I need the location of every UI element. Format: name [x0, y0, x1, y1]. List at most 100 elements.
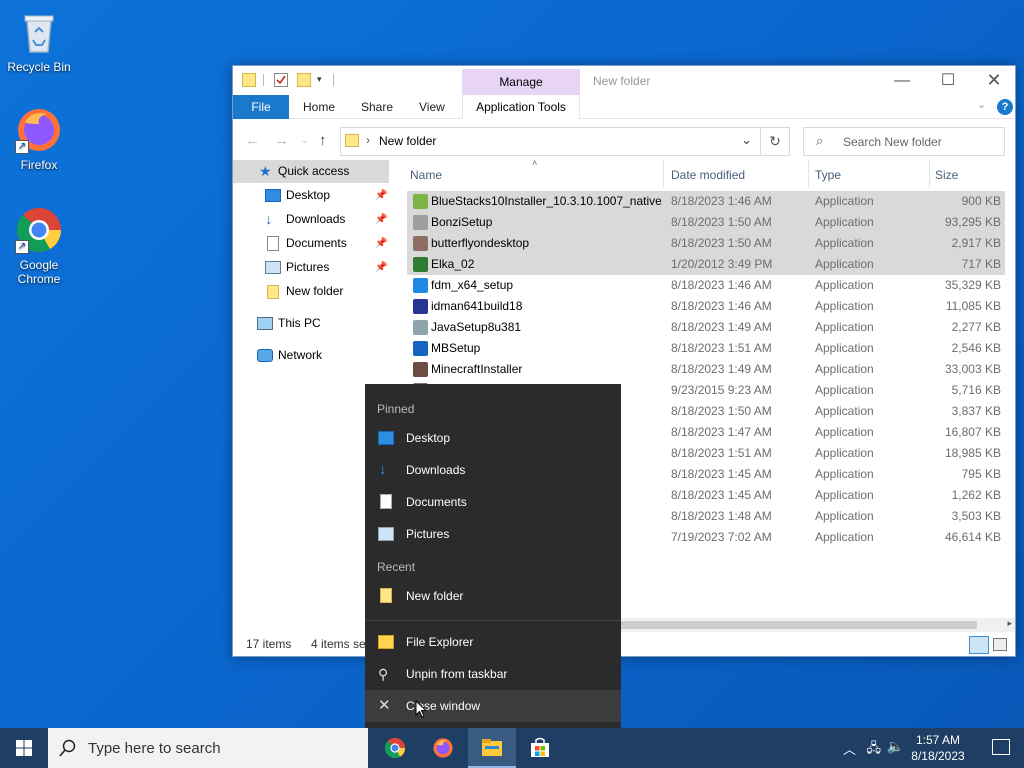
file-date-modified: 8/18/2023 1:50 AM	[671, 236, 772, 250]
application-icon	[413, 215, 428, 230]
title-bar: ▾ Manage New folder — ☐ ✕	[233, 66, 1015, 95]
chrome-shortcut[interactable]: ↗ Google Chrome	[1, 206, 77, 286]
nav-documents[interactable]: Documents 📌	[233, 232, 389, 255]
desktop-icon	[378, 431, 394, 445]
firefox-icon: ↗	[15, 106, 63, 154]
jump-list-documents[interactable]: Documents	[365, 486, 621, 518]
properties-icon[interactable]	[274, 73, 288, 87]
tab-file[interactable]: File	[233, 95, 289, 119]
firefox-shortcut[interactable]: ↗ Firefox	[1, 106, 77, 172]
address-bar[interactable]: › New folder ⌄	[340, 127, 761, 156]
nav-pictures[interactable]: Pictures 📌	[233, 256, 389, 279]
maximize-button[interactable]: ☐	[925, 66, 971, 95]
application-icon	[413, 299, 428, 314]
nav-this-pc[interactable]: This PC	[233, 312, 389, 335]
nav-new-folder[interactable]: New folder	[233, 280, 389, 303]
folder-icon	[242, 73, 256, 87]
table-row[interactable]: fdm_x64_setup 8/18/2023 1:46 AM Applicatio…	[407, 275, 1005, 296]
scrollbar-thumb[interactable]	[621, 621, 977, 629]
taskbar-firefox[interactable]	[419, 728, 467, 768]
file-date-modified: 8/18/2023 1:51 AM	[671, 446, 772, 460]
table-row[interactable]: BonziSetup 8/18/2023 1:50 AM Application 93…	[407, 212, 1005, 233]
application-icon	[413, 278, 428, 293]
jump-list-new-folder[interactable]: New folder	[365, 580, 621, 612]
table-row[interactable]: BlueStacks10Installer_10.3.10.1007_nativ…	[407, 191, 1005, 212]
jump-list-file-explorer[interactable]: File Explorer	[365, 626, 621, 658]
desktop: Recycle Bin ↗ Firefox ↗ Google Chrome ▾ …	[0, 0, 1024, 728]
tab-view[interactable]: View	[419, 95, 445, 119]
jump-list-close-window[interactable]: ✕ Close window	[365, 690, 621, 722]
up-arrow-icon[interactable]: ↑	[319, 132, 327, 149]
pictures-icon	[265, 261, 281, 274]
jump-list-pictures[interactable]: Pictures	[365, 518, 621, 550]
forward-arrow-icon[interactable]: →	[274, 132, 289, 149]
volume-icon[interactable]: 🔈	[887, 738, 904, 755]
table-row[interactable]: Elka_02 1/20/2012 3:49 PM Application 717 K…	[407, 254, 1005, 275]
minimize-button[interactable]: —	[879, 66, 925, 95]
file-size: 16,807 KB	[944, 425, 1001, 439]
shortcut-arrow-icon: ↗	[15, 140, 29, 154]
file-explorer-window: ▾ Manage New folder — ☐ ✕ File Home Shar…	[232, 65, 1016, 657]
file-type: Application	[815, 362, 874, 376]
recycle-bin-shortcut[interactable]: Recycle Bin	[1, 8, 77, 74]
table-row[interactable]: JavaSetup8u381 8/18/2023 1:49 AM Applicati…	[407, 317, 1005, 338]
mouse-cursor-icon	[415, 700, 427, 718]
expand-ribbon-icon[interactable]: ⌄	[977, 98, 986, 111]
recycle-bin-icon	[15, 8, 63, 56]
file-name: idman641build18	[431, 299, 523, 313]
jump-list-pinned-header: Pinned	[377, 402, 415, 416]
tab-application-tools[interactable]: Application Tools	[462, 95, 580, 119]
help-icon[interactable]: ?	[997, 99, 1013, 115]
file-type: Application	[815, 509, 874, 523]
new-folder-icon[interactable]	[297, 73, 311, 87]
status-bar: 17 items 4 items se	[233, 632, 1015, 656]
taskbar-file-explorer[interactable]	[468, 728, 516, 768]
taskbar-chrome[interactable]	[371, 728, 419, 768]
details-view-icon[interactable]	[969, 636, 989, 654]
taskbar-search-box[interactable]: Type here to search	[48, 728, 368, 768]
taskbar-search-placeholder: Type here to search	[88, 740, 221, 757]
file-date-modified: 8/18/2023 1:46 AM	[671, 278, 772, 292]
file-size: 1,262 KB	[951, 488, 1001, 502]
jump-list-recent-header: Recent	[377, 560, 416, 574]
scroll-right-icon[interactable]: ▸	[1007, 618, 1012, 629]
nav-network[interactable]: Network	[233, 344, 389, 367]
recent-locations-icon[interactable]: ⌄	[301, 135, 309, 146]
tab-home[interactable]: Home	[303, 95, 335, 119]
table-row[interactable]: MBSetup 8/18/2023 1:51 AM Application 2,546…	[407, 338, 1005, 359]
jump-list-unpin[interactable]: ⚲ Unpin from taskbar	[365, 658, 621, 690]
jump-list-downloads[interactable]: ↓ Downloads	[365, 454, 621, 486]
search-box[interactable]: ⌕ Search New folder	[803, 127, 1005, 156]
file-size: 717 KB	[961, 257, 1001, 271]
file-type: Application	[815, 530, 874, 544]
file-type: Application	[815, 278, 874, 292]
tab-share[interactable]: Share	[361, 95, 393, 119]
desktop-icon	[265, 189, 281, 202]
nav-quick-access[interactable]: ★ Quick access	[233, 160, 389, 183]
close-button[interactable]: ✕	[971, 66, 1017, 95]
table-row[interactable]: idman641build18 8/18/2023 1:46 AM Applicat…	[407, 296, 1005, 317]
taskbar-microsoft-store[interactable]	[516, 728, 564, 768]
table-row[interactable]: MinecraftInstaller 8/18/2023 1:49 AM Appli…	[407, 359, 1005, 380]
network-tray-icon[interactable]: 🖧	[867, 739, 882, 761]
file-date-modified: 8/18/2023 1:50 AM	[671, 404, 772, 418]
notifications-icon[interactable]	[992, 739, 1010, 755]
refresh-button[interactable]: ↻	[761, 127, 790, 156]
address-dropdown-icon[interactable]: ⌄	[741, 132, 752, 148]
start-button[interactable]	[0, 728, 48, 768]
jump-list-desktop[interactable]: Desktop	[365, 422, 621, 454]
clock[interactable]: 1:57 AM 8/18/2023	[910, 732, 966, 764]
table-row[interactable]: butterflyondesktop 8/18/2023 1:50 AM Appli…	[407, 233, 1005, 254]
nav-downloads[interactable]: ↓ Downloads 📌	[233, 208, 389, 231]
chrome-label: Google Chrome	[17, 258, 61, 286]
nav-desktop[interactable]: Desktop 📌	[233, 184, 389, 207]
customize-quick-access-icon[interactable]: ▾	[317, 74, 322, 85]
manage-tab[interactable]: Manage	[462, 69, 580, 95]
application-icon	[413, 257, 428, 272]
file-date-modified: 1/20/2012 3:49 PM	[671, 257, 773, 271]
back-arrow-icon[interactable]: ←	[245, 132, 260, 149]
navigation-bar: ← → ⌄ ↑ › New folder ⌄ ↻ ⌕ Search New fo…	[233, 119, 1015, 159]
large-icons-view-icon[interactable]	[993, 638, 1007, 651]
file-type: Application	[815, 299, 874, 313]
show-hidden-icons-icon[interactable]: ︿	[843, 739, 856, 758]
